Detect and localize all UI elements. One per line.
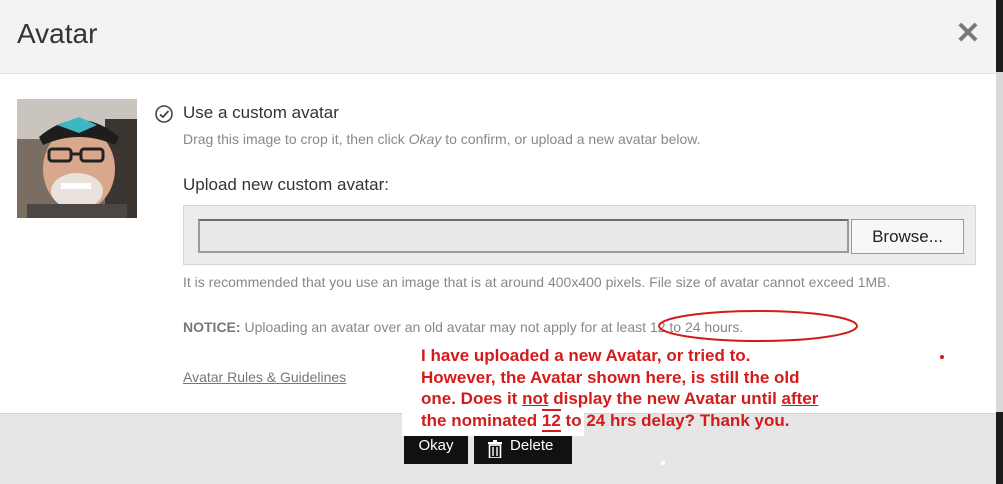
close-icon[interactable]: ✕ (954, 19, 982, 49)
file-path-input[interactable] (198, 219, 849, 253)
background-window-edge (996, 0, 1003, 484)
annotation-text: the nominated (421, 410, 542, 430)
footer-dot (661, 461, 665, 465)
custom-avatar-description: Drag this image to crop it, then click O… (183, 131, 701, 147)
annotation-emphasis-after: after (781, 389, 819, 408)
annotation-dot (940, 355, 944, 359)
annotation-line-4: the nominated 12 to 24 hrs delay? Thank … (421, 408, 901, 432)
notice-label: NOTICE: (183, 319, 241, 335)
upload-section-title: Upload new custom avatar: (183, 175, 389, 194)
dialog-title: Avatar (17, 18, 98, 49)
desc-text-after: to confirm, or upload a new avatar below… (441, 131, 701, 147)
annotation-text: one. Does it (421, 389, 523, 408)
handwritten-annotation: I have uploaded a new Avatar, or tried t… (421, 345, 901, 432)
highlight-ellipse (658, 310, 858, 342)
annotation-emphasis-12: 12 (541, 408, 561, 432)
annotation-text: to 24 hrs delay? Thank you. (560, 410, 790, 430)
background-window-panel (996, 72, 1003, 412)
avatar-rules-link[interactable]: Avatar Rules & Guidelines (183, 369, 346, 385)
avatar-preview-image[interactable] (17, 99, 137, 218)
trash-icon (487, 438, 503, 459)
dialog-header: Avatar ✕ (0, 0, 996, 74)
check-circle-icon (154, 104, 174, 124)
upload-box: Browse... (183, 205, 976, 265)
browse-button[interactable]: Browse... (851, 219, 964, 254)
desc-text-before: Drag this image to crop it, then click (183, 131, 409, 147)
annotation-emphasis-not: not (522, 389, 549, 408)
annotation-line-2: However, the Avatar shown here, is still… (421, 367, 800, 387)
desc-text-okay: Okay (408, 131, 442, 147)
custom-avatar-option-label[interactable]: Use a custom avatar (183, 103, 339, 123)
annotation-text: display the new Avatar until (548, 389, 782, 408)
size-recommendation: It is recommended that you use an image … (183, 274, 891, 290)
avatar-dialog: Avatar ✕ Use a custom avatar Drag this i… (0, 0, 996, 484)
annotation-line-3: one. Does it not display the new Avatar … (421, 388, 901, 410)
annotation-line-1: I have uploaded a new Avatar, or tried t… (421, 346, 751, 365)
